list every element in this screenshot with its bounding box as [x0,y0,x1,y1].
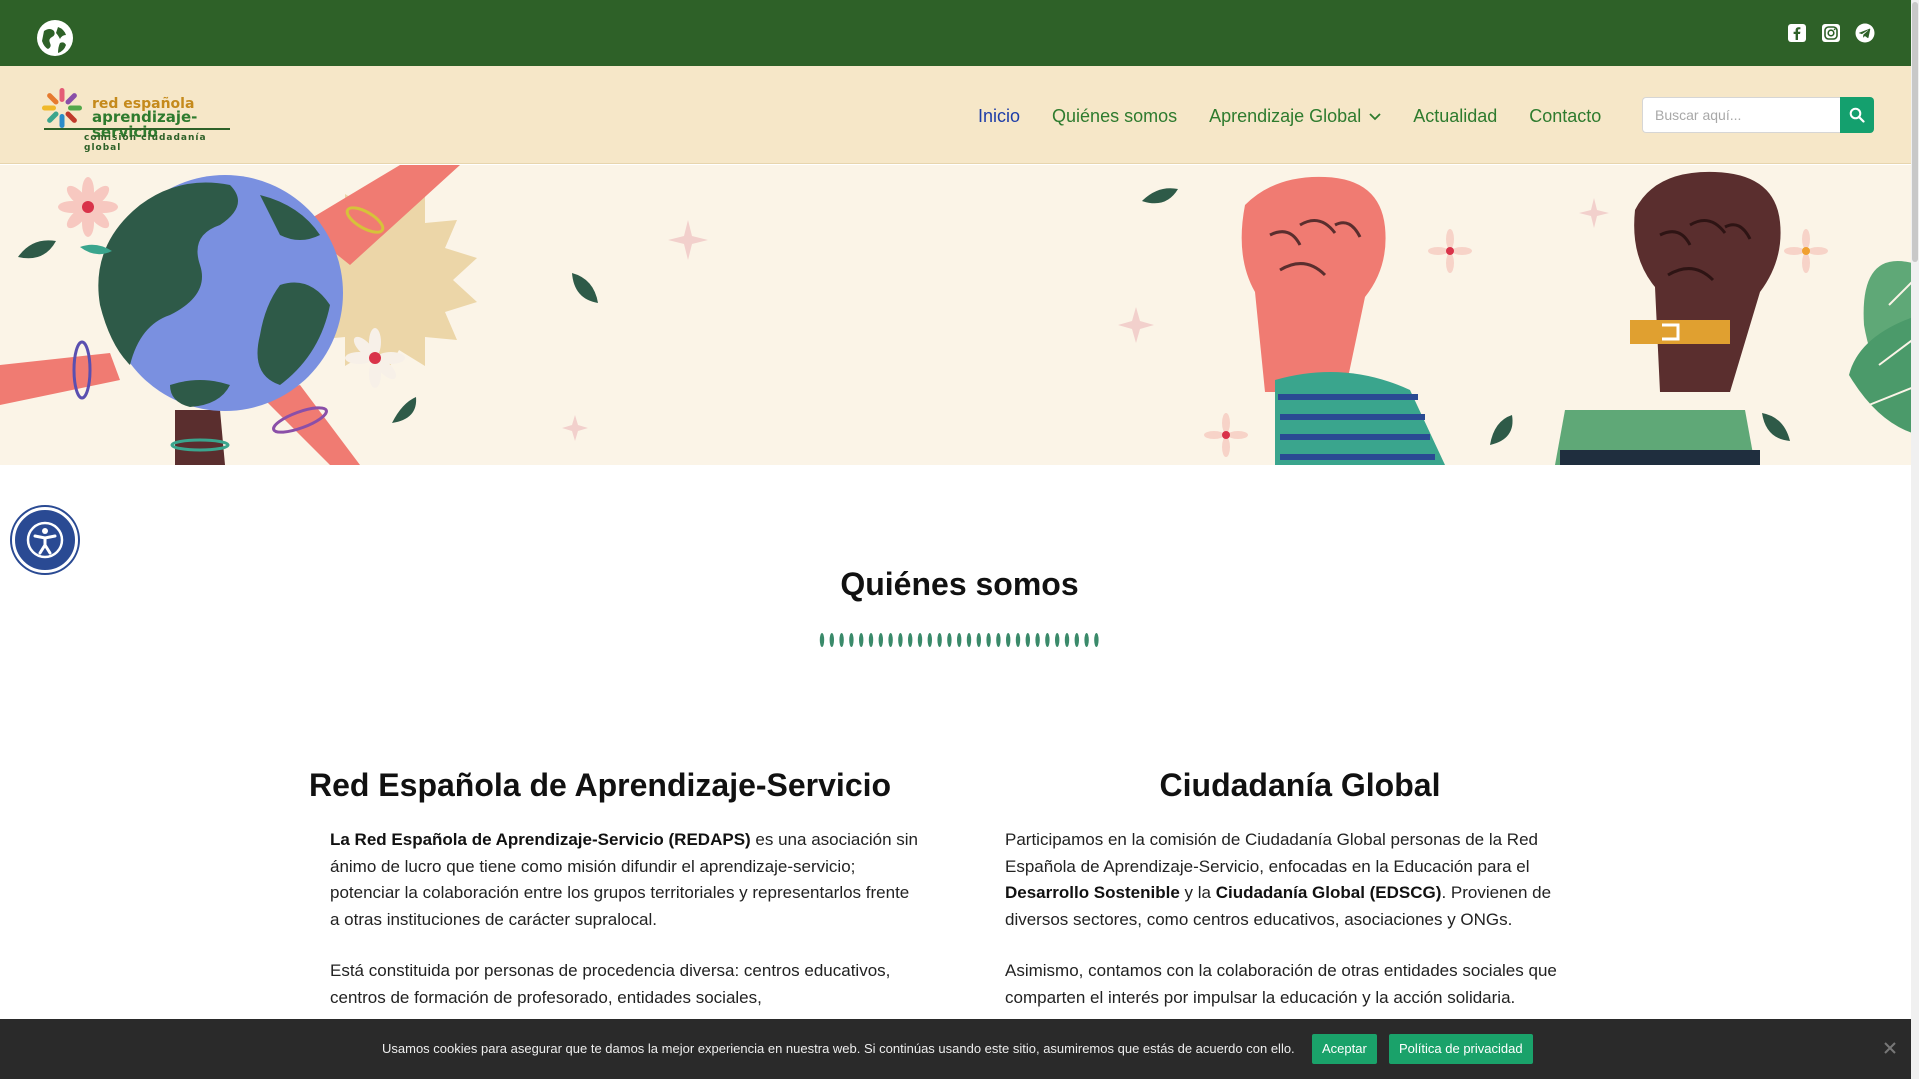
nav-item-contacto[interactable]: Contacto [1529,106,1601,127]
divider-leaf [819,633,825,647]
nav-item-aprendizaje-global[interactable]: Aprendizaje Global [1209,106,1381,127]
search-input[interactable] [1642,97,1840,133]
divider-leaf [1055,633,1060,647]
cookie-accept-button[interactable]: Aceptar [1312,1034,1377,1064]
ciudadania-collaboration: Asimismo, contamos con la colaboración d… [1005,961,1557,1007]
nav-item-quienes-somos[interactable]: Quiénes somos [1052,106,1177,127]
divider-leaf [908,633,913,647]
divider-leaf [927,633,932,647]
facebook-icon[interactable] [1787,23,1807,43]
section-title: Quiénes somos [840,566,1079,602]
accessibility-icon [26,521,64,559]
search-form [1642,97,1874,133]
top-bar [0,0,1919,66]
chevron-down-icon [1369,112,1381,120]
divider-leaf [849,633,854,647]
ciudadania-text-c: y la [1179,883,1216,902]
ciudadania-intro: Participamos en la comisión de Ciudadaní… [1005,827,1605,933]
page-scrollbar[interactable] [1911,0,1919,1079]
telegram-icon[interactable] [1855,23,1875,43]
divider-leaf [829,633,834,647]
leaf-divider [819,633,1099,647]
divider-leaf [1006,633,1011,647]
divider-leaf [947,633,952,647]
daisy-shape [58,177,118,237]
scrollbar-thumb[interactable] [1912,2,1918,262]
nav-label: Aprendizaje Global [1209,106,1362,126]
redaps-title: Red Española de Aprendizaje-Servicio [308,767,892,803]
divider-leaf [888,633,893,647]
hero-illustration [0,165,1919,465]
cookie-banner: Usamos cookies para asegurar que te damo… [0,1019,1919,1079]
ciudadania-title: Ciudadanía Global [1159,767,1441,803]
divider-leaf [1084,633,1089,647]
site-logo[interactable]: red española aprendizaje-servicio comisi… [40,83,240,153]
divider-leaf [1074,633,1079,647]
raised-fist-brown [1555,171,1781,465]
globe-icon[interactable] [36,19,74,57]
cookie-message: Usamos cookies para asegurar que te damo… [382,1041,1295,1056]
site-header: red española aprendizaje-servicio comisi… [0,66,1919,164]
redaps-name: La Red Española de Aprendizaje-Servicio … [330,830,751,849]
main-nav: Inicio Quiénes somos Aprendizaje Global … [978,106,1601,127]
search-button[interactable] [1840,97,1874,133]
divider-leaf [1025,633,1030,647]
divider-leaf [957,633,962,647]
redaps-intro: La Red Española de Aprendizaje-Servicio … [330,827,920,933]
divider-leaf [839,633,844,647]
nav-label: Inicio [978,106,1021,126]
divider-leaf [986,633,991,647]
ciudadania-bold-2: Ciudadanía Global (EDSCG) [1215,883,1442,902]
divider-leaf [1064,633,1070,647]
divider-leaf [878,633,883,647]
hero-banner [0,165,1919,465]
nav-label: Quiénes somos [1052,106,1178,126]
divider-leaf [1094,633,1099,647]
instagram-icon[interactable] [1821,23,1841,43]
divider-leaf [859,633,864,647]
logo-flower-icon [42,88,82,128]
nav-label: Contacto [1529,106,1602,126]
divider-leaf [898,633,903,647]
ciudadania-text-a: Participamos en la comisión de Ciudadaní… [1005,830,1538,876]
divider-leaf [1045,633,1050,647]
redaps-composition: Está constituida por personas de procede… [330,961,891,1007]
nav-item-inicio[interactable]: Inicio [978,106,1020,127]
nav-item-actualidad[interactable]: Actualidad [1413,106,1497,127]
privacy-policy-button[interactable]: Política de privacidad [1389,1034,1533,1064]
divider-leaf [996,633,1001,647]
divider-leaf [966,633,972,647]
raised-fist-pink [1241,176,1445,465]
divider-leaf [1015,633,1021,647]
logo-underline [44,128,230,130]
search-icon [1849,107,1865,123]
divider-leaf [868,633,874,647]
divider-leaf [937,633,942,647]
ciudadania-bold-1: Desarrollo Sostenible [1005,883,1180,902]
nav-label: Actualidad [1413,106,1498,126]
divider-leaf [917,633,923,647]
divider-leaf [1035,633,1040,647]
close-icon[interactable] [1881,1039,1899,1057]
divider-leaf [976,633,981,647]
accessibility-button[interactable] [12,507,78,573]
logo-line-3: comisión ciudadanía global [84,133,207,153]
social-links [1787,23,1875,43]
